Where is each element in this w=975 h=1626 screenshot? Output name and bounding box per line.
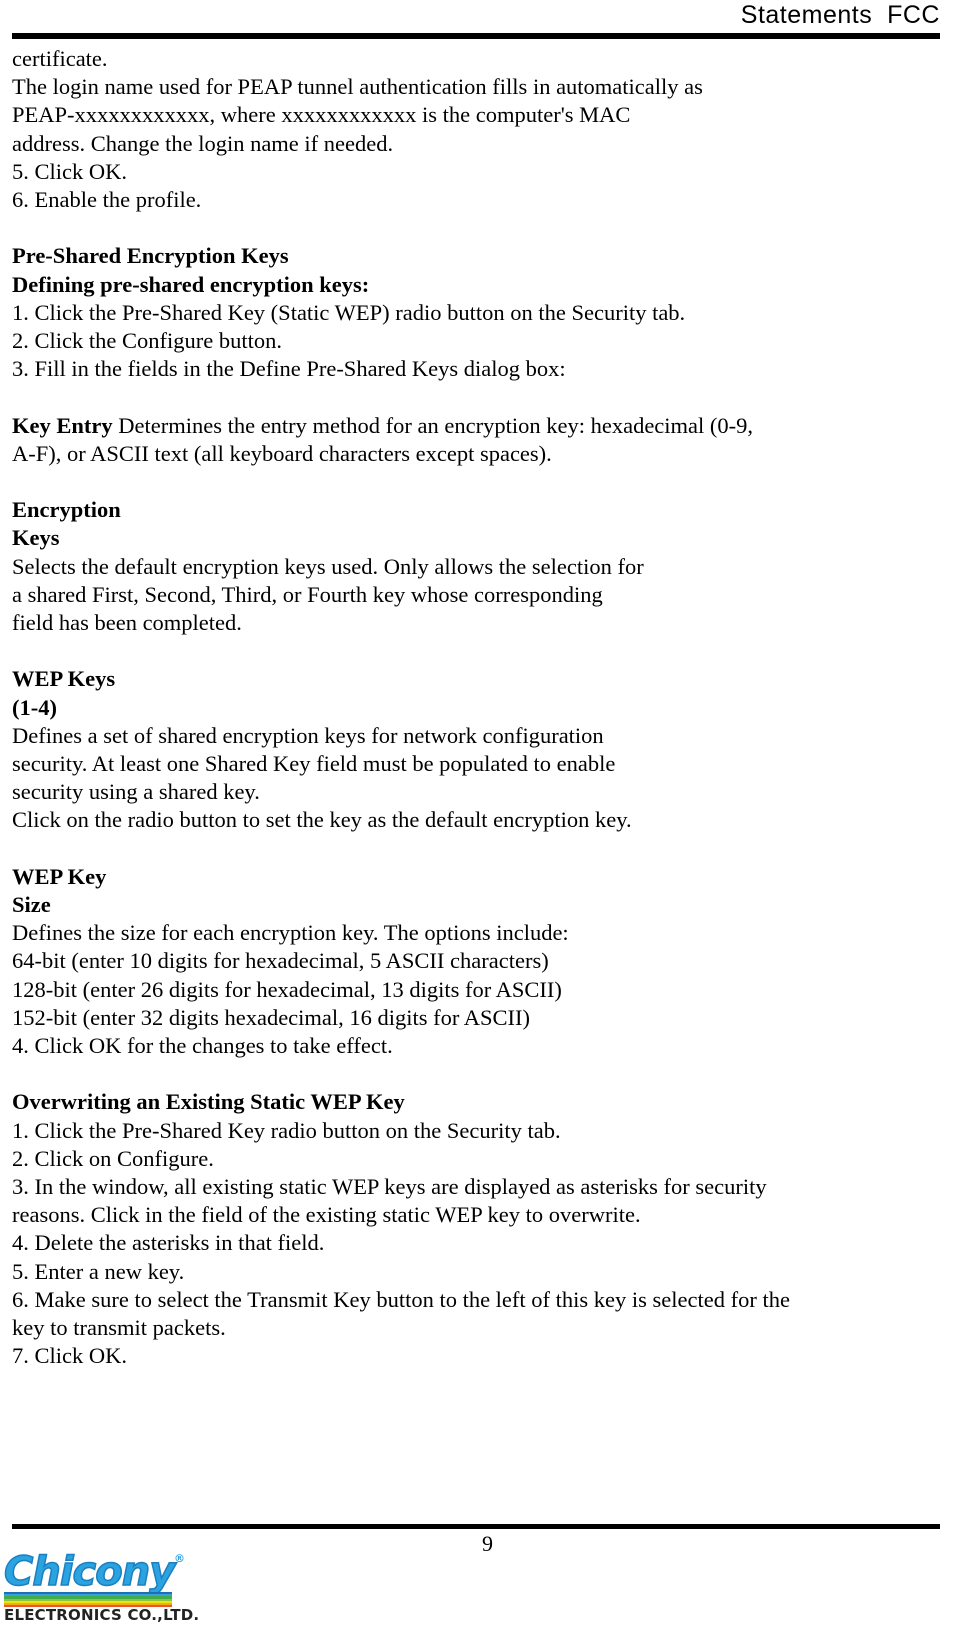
text-line: Pre-Shared Encryption Keys (12, 243, 289, 269)
text-line: A-F), or ASCII text (all keyboard charac… (12, 440, 552, 466)
text-line: 5. Click OK. (12, 158, 127, 184)
chicony-logo: Chicony ® ELECTRONICS CO.,LTD. (3, 1549, 204, 1624)
logo-mark: Chicony ® (3, 1549, 190, 1608)
text-line: 6. Make sure to select the Transmit Key … (12, 1286, 790, 1312)
text-line: Defines a set of shared encryption keys … (12, 722, 604, 748)
text-line: security. At least one Shared Key field … (12, 751, 616, 777)
text-line: Key Entry Determines the entry method fo… (12, 412, 942, 440)
text-line: Selects the default encryption keys used… (12, 553, 644, 579)
text-line: key to transmit packets. (12, 1315, 226, 1341)
text-line: (1-4) (12, 694, 57, 720)
text-line: 3. Fill in the fields in the Define Pre-… (12, 356, 566, 382)
page-header: Statements FCC (12, 0, 940, 30)
text-line: 3. In the window, all existing static WE… (12, 1174, 767, 1200)
document-body: certificate. The login name used for PEAP… (12, 45, 942, 1370)
text-line: Click on the radio button to set the key… (12, 807, 632, 833)
footer-divider (12, 1524, 940, 1529)
term-description: Determines the entry method for an encry… (112, 412, 754, 438)
text-line: Encryption (12, 497, 121, 523)
header-divider (12, 33, 940, 39)
text-line: 1. Click the Pre-Shared Key radio button… (12, 1117, 561, 1143)
text-line: 7. Click OK. (12, 1343, 127, 1369)
text-line: 4. Delete the asterisks in that field. (12, 1230, 325, 1256)
text-line: The login name used for PEAP tunnel auth… (12, 74, 703, 100)
logo-subtitle: ELECTRONICS CO.,LTD. (4, 1606, 200, 1624)
text-line: 152-bit (enter 32 digits hexadecimal, 16… (12, 1004, 531, 1030)
header-title: Statements FCC (740, 1, 940, 29)
text-line: 2. Click the Configure button. (12, 328, 282, 354)
text-line: Overwriting an Existing Static WEP Key (12, 1089, 405, 1115)
text-line: Keys (12, 525, 60, 551)
text-line: reasons. Click in the field of the exist… (12, 1202, 641, 1228)
document-page: Statements FCC certificate. The login nam… (0, 0, 975, 1626)
term-label: Key Entry (12, 412, 113, 438)
text-line: 5. Enter a new key. (12, 1258, 185, 1284)
text-line: 4. Click OK for the changes to take effe… (12, 1033, 393, 1059)
text-line: certificate. (12, 46, 108, 71)
text-line: Defining pre-shared encryption keys: (12, 271, 370, 297)
text-line: address. Change the login name if needed… (12, 130, 394, 156)
text-line: 6. Enable the profile. (12, 187, 202, 213)
text-line: 128-bit (enter 26 digits for hexadecimal… (12, 976, 562, 1002)
text-line: 1. Click the Pre-Shared Key (Static WEP)… (12, 299, 686, 325)
logo-wordmark: Chicony (3, 1549, 176, 1595)
text-line: field has been completed. (12, 610, 242, 636)
text-line: WEP Keys (12, 666, 116, 692)
text-line: 2. Click on Configure. (12, 1145, 214, 1171)
text-line: WEP Key (12, 863, 107, 889)
text-line: security using a shared key. (12, 779, 260, 805)
text-line: 64-bit (enter 10 digits for hexadecimal,… (12, 948, 549, 974)
logo-rainbow-stripes (4, 1592, 172, 1608)
registered-trademark-icon: ® (174, 1552, 185, 1565)
text-line: PEAP-xxxxxxxxxxxx, where xxxxxxxxxxxx is… (12, 102, 631, 128)
text-line: a shared First, Second, Third, or Fourth… (12, 581, 603, 607)
text-line: Defines the size for each encryption key… (12, 920, 569, 946)
text-line: Size (12, 892, 51, 918)
